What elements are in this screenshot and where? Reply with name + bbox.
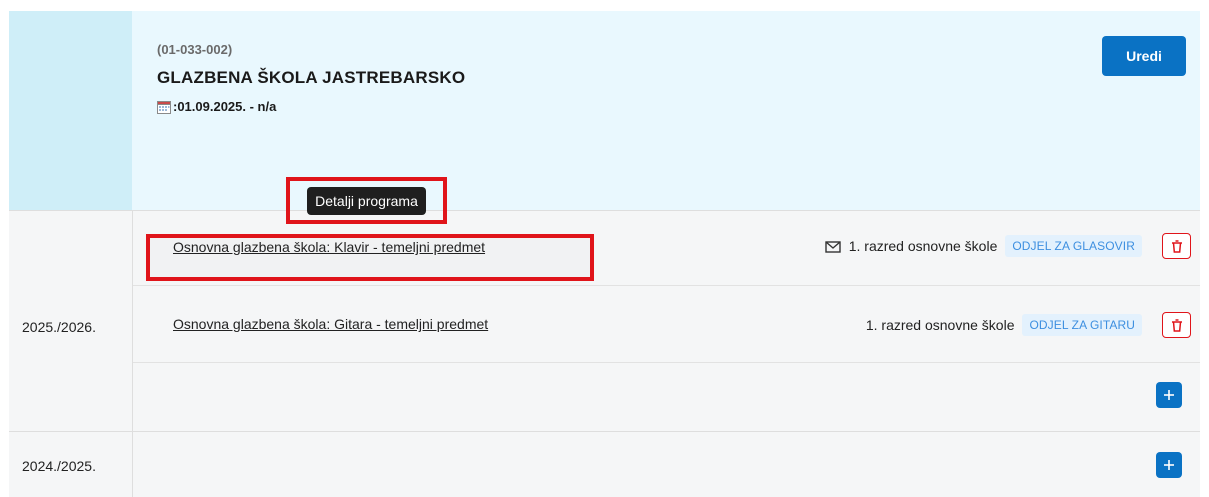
plus-icon [1164, 460, 1174, 470]
school-dates: :01.09.2025. - n/a [157, 99, 276, 114]
plus-icon [1164, 390, 1174, 400]
divider [9, 431, 1200, 432]
edit-button[interactable]: Uredi [1102, 36, 1186, 76]
grade-label: 1. razred osnovne škole [865, 317, 1015, 333]
add-program-button[interactable] [1156, 382, 1182, 408]
grade-label: 1. razred osnovne škole [848, 238, 998, 254]
delete-button[interactable] [1162, 233, 1191, 259]
year-label: 2024./2025. [22, 458, 96, 474]
trash-icon [1171, 239, 1182, 253]
school-code: (01-033-002) [157, 42, 233, 57]
department-badge: ODJEL ZA GITARU [1022, 314, 1142, 336]
school-name: GLAZBENA ŠKOLA JASTREBARSKO [157, 68, 466, 87]
header-left-band [9, 11, 132, 210]
program-link-klavir[interactable]: Osnovna glazbena škola: Klavir - temeljn… [173, 239, 485, 255]
mail-icon [825, 240, 841, 253]
calendar-icon [157, 100, 171, 114]
tooltip: Detalji programa [307, 186, 426, 215]
add-program-button[interactable] [1156, 452, 1182, 478]
department-badge: ODJEL ZA GLASOVIR [1005, 235, 1142, 257]
school-card: (01-033-002) GLAZBENA ŠKOLA JASTREBARSKO… [9, 11, 1200, 497]
row-divider [133, 285, 1200, 286]
program-link-gitara[interactable]: Osnovna glazbena škola: Gitara - temeljn… [173, 316, 488, 332]
row-divider [133, 362, 1200, 363]
year-label: 2025./2026. [22, 319, 96, 335]
school-dates-text: :01.09.2025. - n/a [173, 99, 277, 114]
program-row-details: 1. razred osnovne škole ODJEL ZA GLASOVI… [825, 233, 1191, 259]
delete-button[interactable] [1162, 312, 1191, 338]
program-row-details: 1. razred osnovne škole ODJEL ZA GITARU [866, 312, 1191, 338]
tooltip-highlight: Detalji programa [286, 177, 447, 224]
divider [9, 210, 1200, 211]
trash-icon [1171, 318, 1182, 332]
year-column-divider [132, 210, 133, 497]
